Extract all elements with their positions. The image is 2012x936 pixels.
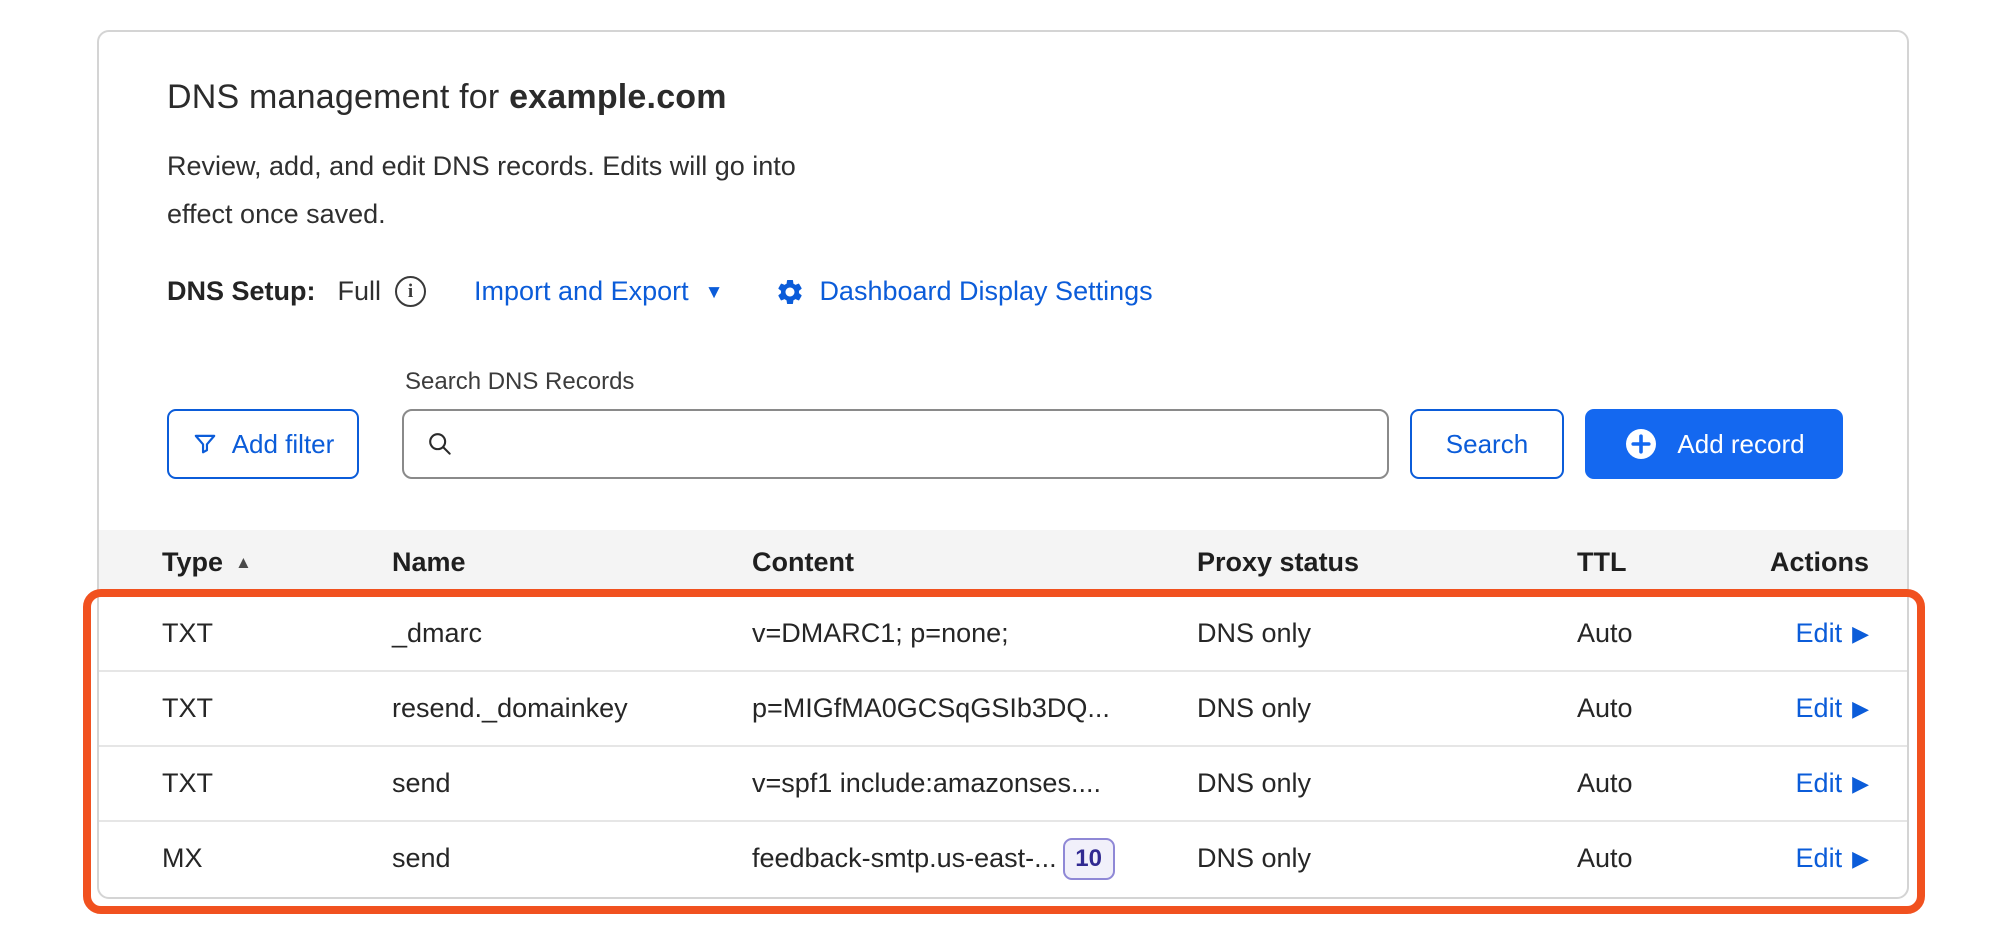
cell-content: feedback-smtp.us-east-...10 <box>752 838 1197 880</box>
cell-ttl: Auto <box>1577 843 1767 874</box>
chevron-down-icon: ▼ <box>705 282 724 304</box>
search-button[interactable]: Search <box>1410 409 1564 479</box>
cell-content: v=spf1 include:amazonses.... <box>752 768 1197 799</box>
column-header-actions: Actions <box>1767 547 1889 578</box>
page-title-prefix: DNS management for <box>167 78 509 116</box>
dns-setup-row: DNS Setup: Full i Import and Export ▼ Das… <box>167 276 1153 307</box>
cell-content: v=DMARC1; p=none; <box>752 618 1197 649</box>
column-header-type[interactable]: Type▲ <box>162 547 392 578</box>
table-header-row: Type▲ Name Content Proxy status TTL Acti… <box>99 530 1907 595</box>
dns-management-page: DNS management for example.com Review, a… <box>0 0 2012 936</box>
edit-label: Edit <box>1796 693 1843 723</box>
chevron-right-icon: ▶ <box>1852 771 1869 797</box>
edit-record-link[interactable]: Edit ▶ <box>1796 843 1869 873</box>
cell-proxy-status: DNS only <box>1197 843 1577 874</box>
dns-setup-label: DNS Setup: <box>167 276 316 307</box>
column-header-content[interactable]: Content <box>752 547 1197 578</box>
dns-setup-value: Full <box>338 276 382 307</box>
cell-name: _dmarc <box>392 618 752 649</box>
chevron-right-icon: ▶ <box>1852 696 1869 722</box>
mx-priority-badge: 10 <box>1063 838 1115 880</box>
cell-ttl: Auto <box>1577 693 1767 724</box>
edit-label: Edit <box>1796 768 1843 798</box>
search-section: Search DNS Records Add filter Sear <box>167 368 1843 479</box>
edit-record-link[interactable]: Edit ▶ <box>1796 618 1869 648</box>
cell-content: p=MIGfMA0GCSqGSIb3DQ... <box>752 693 1197 724</box>
search-button-label: Search <box>1446 429 1528 460</box>
column-header-proxy-status[interactable]: Proxy status <box>1197 547 1577 578</box>
search-icon <box>426 430 454 458</box>
page-title-domain: example.com <box>509 78 727 116</box>
cell-content-text: feedback-smtp.us-east-... <box>752 843 1057 874</box>
chevron-right-icon: ▶ <box>1852 846 1869 872</box>
gear-icon <box>775 277 805 307</box>
cell-proxy-status: DNS only <box>1197 768 1577 799</box>
cell-type: TXT <box>162 768 392 799</box>
table-row: MX send feedback-smtp.us-east-...10 DNS … <box>99 820 1907 895</box>
cell-type: TXT <box>162 693 392 724</box>
cell-proxy-status: DNS only <box>1197 693 1577 724</box>
cell-name: send <box>392 768 752 799</box>
cell-ttl: Auto <box>1577 768 1767 799</box>
toolbar-controls: Add filter Search A <box>167 409 1843 479</box>
page-title: DNS management for example.com <box>167 78 727 117</box>
table-row: TXT _dmarc v=DMARC1; p=none; DNS only Au… <box>99 595 1907 670</box>
add-record-label: Add record <box>1677 429 1804 460</box>
sort-asc-icon: ▲ <box>235 553 252 573</box>
add-record-button[interactable]: Add record <box>1585 409 1843 479</box>
edit-record-link[interactable]: Edit ▶ <box>1796 693 1869 723</box>
dashboard-display-settings-label: Dashboard Display Settings <box>819 276 1152 307</box>
plus-circle-icon <box>1623 426 1659 462</box>
search-input[interactable] <box>402 409 1389 479</box>
column-header-ttl[interactable]: TTL <box>1577 547 1767 578</box>
edit-record-link[interactable]: Edit ▶ <box>1796 768 1869 798</box>
cell-proxy-status: DNS only <box>1197 618 1577 649</box>
cell-type: MX <box>162 843 392 874</box>
cell-type: TXT <box>162 618 392 649</box>
search-input-wrap <box>402 409 1389 479</box>
page-subtitle: Review, add, and edit DNS records. Edits… <box>167 142 835 238</box>
edit-label: Edit <box>1796 843 1843 873</box>
import-export-link[interactable]: Import and Export ▼ <box>474 276 723 307</box>
filter-funnel-icon <box>192 431 218 457</box>
dns-records-table: Type▲ Name Content Proxy status TTL Acti… <box>99 530 1907 895</box>
column-header-name[interactable]: Name <box>392 547 752 578</box>
cell-name: resend._domainkey <box>392 693 752 724</box>
import-export-label: Import and Export <box>474 276 689 306</box>
table-row: TXT send v=spf1 include:amazonses.... DN… <box>99 745 1907 820</box>
chevron-right-icon: ▶ <box>1852 621 1869 647</box>
search-label: Search DNS Records <box>405 368 1843 396</box>
dashboard-display-settings-link[interactable]: Dashboard Display Settings <box>775 276 1152 307</box>
table-row: TXT resend._domainkey p=MIGfMA0GCSqGSIb3… <box>99 670 1907 745</box>
edit-label: Edit <box>1796 618 1843 648</box>
add-filter-button[interactable]: Add filter <box>167 409 359 479</box>
info-icon[interactable]: i <box>395 276 426 307</box>
cell-ttl: Auto <box>1577 618 1767 649</box>
dns-management-card: DNS management for example.com Review, a… <box>97 30 1909 899</box>
cell-name: send <box>392 843 752 874</box>
add-filter-label: Add filter <box>232 429 335 460</box>
